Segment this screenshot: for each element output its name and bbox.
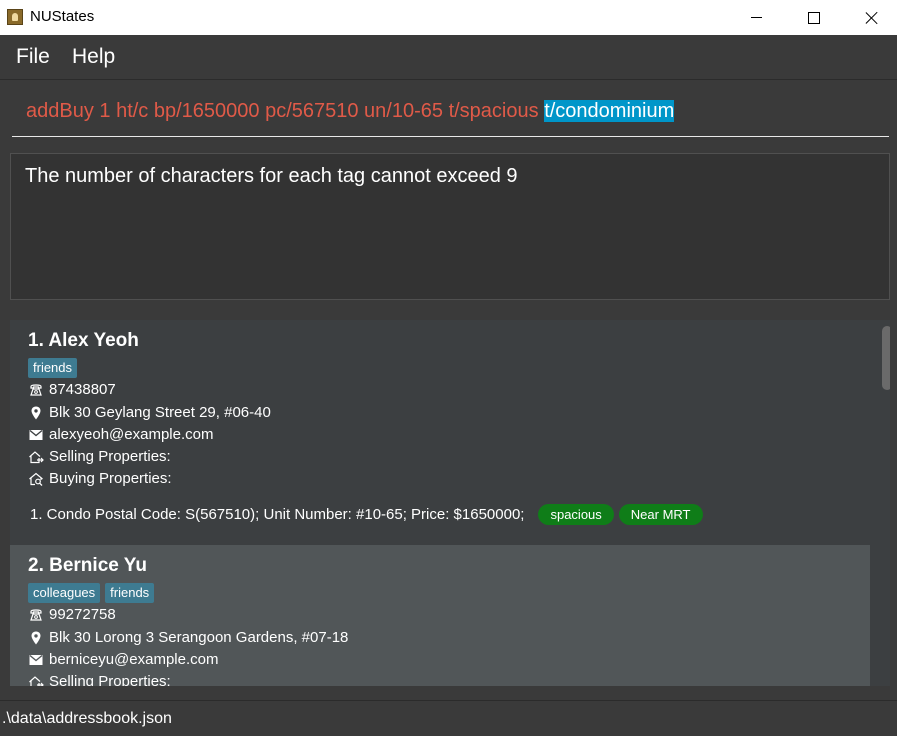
- status-bar: .\data\addressbook.json: [0, 700, 897, 736]
- command-input[interactable]: addBuy 1 ht/c bp/1650000 pc/567510 un/10…: [12, 94, 889, 137]
- phone-number: 87438807: [49, 381, 116, 398]
- result-display-area: The number of characters for each tag ca…: [0, 144, 897, 312]
- person-list-panel: 1. Alex Yeoh friends 87438807 Blk 30 Gey…: [0, 312, 897, 700]
- email-row: berniceyu@example.com: [28, 651, 218, 668]
- result-display[interactable]: The number of characters for each tag ca…: [10, 153, 890, 300]
- person-name: 2. Bernice Yu: [28, 555, 147, 576]
- menu-file[interactable]: File: [16, 45, 50, 69]
- email: alexyeoh@example.com: [49, 426, 214, 443]
- command-text-unselected: addBuy 1 ht/c bp/1650000 pc/567510 un/10…: [26, 100, 545, 122]
- app-icon: [7, 9, 23, 25]
- property-tag: Near MRT: [618, 504, 703, 525]
- command-box-area: addBuy 1 ht/c bp/1650000 pc/567510 un/10…: [0, 80, 897, 144]
- phone-row: 87438807: [28, 381, 116, 398]
- email-icon: [28, 652, 44, 668]
- close-button[interactable]: [843, 0, 897, 35]
- buying-property-item: 1. Condo Postal Code: S(567510); Unit Nu…: [30, 504, 703, 525]
- email: berniceyu@example.com: [49, 651, 219, 668]
- command-text: addBuy 1 ht/c bp/1650000 pc/567510 un/10…: [26, 100, 675, 123]
- person-name: 1. Alex Yeoh: [28, 330, 139, 351]
- selling-properties-row: Selling Properties:: [28, 673, 171, 686]
- scrollbar-thumb[interactable]: [882, 326, 890, 390]
- address: Blk 30 Geylang Street 29, #06-40: [49, 404, 271, 421]
- person-tags: friends: [28, 358, 78, 378]
- minimize-button[interactable]: [727, 0, 785, 35]
- phone-icon: [28, 607, 44, 623]
- close-icon: [865, 11, 879, 25]
- person-tags: colleagues friends: [28, 583, 155, 603]
- phone-row: 99272758: [28, 606, 116, 623]
- house-search-icon: [28, 471, 44, 487]
- person-card[interactable]: 2. Bernice Yu colleagues friends 9927275…: [10, 545, 870, 686]
- person-tag: friends: [28, 358, 78, 378]
- phone-number: 99272758: [49, 606, 116, 623]
- property-tag: spacious: [538, 504, 614, 525]
- selling-properties-label: Selling Properties:: [49, 673, 171, 686]
- buying-properties-label: Buying Properties:: [49, 470, 172, 487]
- phone-icon: [28, 382, 44, 398]
- list-scrollbar[interactable]: [880, 320, 890, 686]
- house-arrow-icon: [28, 449, 44, 465]
- property-details: 1. Condo Postal Code: S(567510); Unit Nu…: [30, 506, 525, 523]
- address: Blk 30 Lorong 3 Serangoon Gardens, #07-1…: [49, 629, 349, 646]
- selling-properties-row: Selling Properties:: [28, 448, 171, 465]
- email-row: alexyeoh@example.com: [28, 426, 213, 443]
- person-tag: friends: [105, 583, 155, 603]
- menu-bar: File Help: [0, 35, 897, 80]
- location-pin-icon: [28, 405, 44, 421]
- buying-properties-row: Buying Properties:: [28, 470, 172, 487]
- selling-properties-label: Selling Properties:: [49, 448, 171, 465]
- maximize-button[interactable]: [785, 0, 843, 35]
- title-bar: NUStates: [0, 0, 897, 35]
- person-list[interactable]: 1. Alex Yeoh friends 87438807 Blk 30 Gey…: [10, 320, 890, 686]
- email-icon: [28, 427, 44, 443]
- save-location-path: .\data\addressbook.json: [2, 710, 172, 727]
- house-arrow-icon: [28, 674, 44, 686]
- minimize-icon: [750, 17, 762, 18]
- result-message: The number of characters for each tag ca…: [25, 165, 518, 187]
- maximize-icon: [808, 11, 820, 24]
- person-tag: colleagues: [28, 583, 101, 603]
- menu-help[interactable]: Help: [72, 45, 115, 69]
- address-row: Blk 30 Geylang Street 29, #06-40: [28, 404, 271, 421]
- location-pin-icon: [28, 630, 44, 646]
- command-text-selected: t/condominium: [544, 100, 675, 122]
- address-row: Blk 30 Lorong 3 Serangoon Gardens, #07-1…: [28, 629, 348, 646]
- person-card[interactable]: 1. Alex Yeoh friends 87438807 Blk 30 Gey…: [10, 320, 870, 545]
- window-title: NUStates: [30, 8, 95, 25]
